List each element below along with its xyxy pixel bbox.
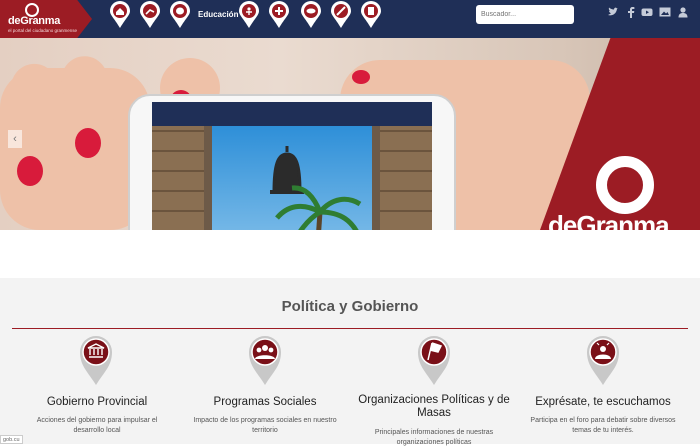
sports-icon[interactable] [238, 1, 260, 29]
hero-slider[interactable]: ‹ › deGranma [0, 38, 700, 230]
card-text-gobierno: Acciones del gobierno para impulsar el d… [36, 417, 158, 434]
brand-tagline: el portal del ciudadano granmense [8, 28, 78, 33]
user-icon[interactable] [677, 6, 689, 18]
card-text-expresate: Participa en el foro para debatir sobre … [530, 417, 676, 434]
health-icon[interactable] [268, 1, 290, 29]
photos-icon[interactable] [659, 6, 671, 18]
top-header: deGranma el portal del ciudadano granmen… [0, 0, 700, 38]
card-text-programas: Impacto de los programas sociales en nue… [193, 417, 337, 434]
facebook-icon[interactable] [625, 6, 637, 18]
screen-header [152, 102, 432, 126]
section-divider [12, 328, 688, 329]
status-url: gob.cu [0, 435, 23, 444]
home-icon[interactable] [109, 1, 131, 29]
flag-icon[interactable] [416, 334, 452, 386]
prev-slide-icon[interactable]: ‹ [8, 130, 22, 148]
card-title-programas[interactable]: Programas Sociales [180, 396, 350, 409]
nav-education[interactable]: Educación [198, 10, 238, 19]
nail [75, 128, 101, 158]
brand-logo[interactable]: deGranma el portal del ciudadano granmen… [0, 0, 92, 38]
stone-wall [152, 126, 204, 230]
speaker-icon[interactable] [585, 334, 621, 386]
logo-ring-icon [596, 156, 654, 214]
card-title-organizaciones[interactable]: Organizaciones Políticas y de Masas [349, 394, 519, 420]
section-title: Política y Gobierno [281, 298, 419, 315]
search-input[interactable] [476, 5, 574, 24]
brand-name: deGranma [8, 15, 61, 27]
stone-wall [380, 126, 432, 230]
hero-watermark: deGranma [548, 210, 670, 230]
twitter-icon[interactable] [607, 6, 619, 18]
weather-icon[interactable] [300, 1, 322, 29]
palm-tree-icon [275, 185, 362, 230]
nail [17, 156, 43, 186]
people-group-icon[interactable] [247, 334, 283, 386]
government-building-icon[interactable] [78, 334, 114, 386]
phone-screen-image [152, 102, 432, 230]
nail [352, 70, 370, 84]
theater-icon[interactable] [169, 1, 191, 29]
card-title-gobierno[interactable]: Gobierno Provincial [12, 396, 182, 409]
tools-icon[interactable] [330, 1, 352, 29]
running-icon[interactable] [139, 1, 161, 29]
card-title-expresate[interactable]: Exprésate, te escuchamos [518, 396, 688, 409]
document-icon[interactable] [360, 1, 382, 29]
youtube-icon[interactable] [641, 6, 653, 18]
card-text-organizaciones: Principales informaciones de nuestras or… [374, 429, 494, 446]
